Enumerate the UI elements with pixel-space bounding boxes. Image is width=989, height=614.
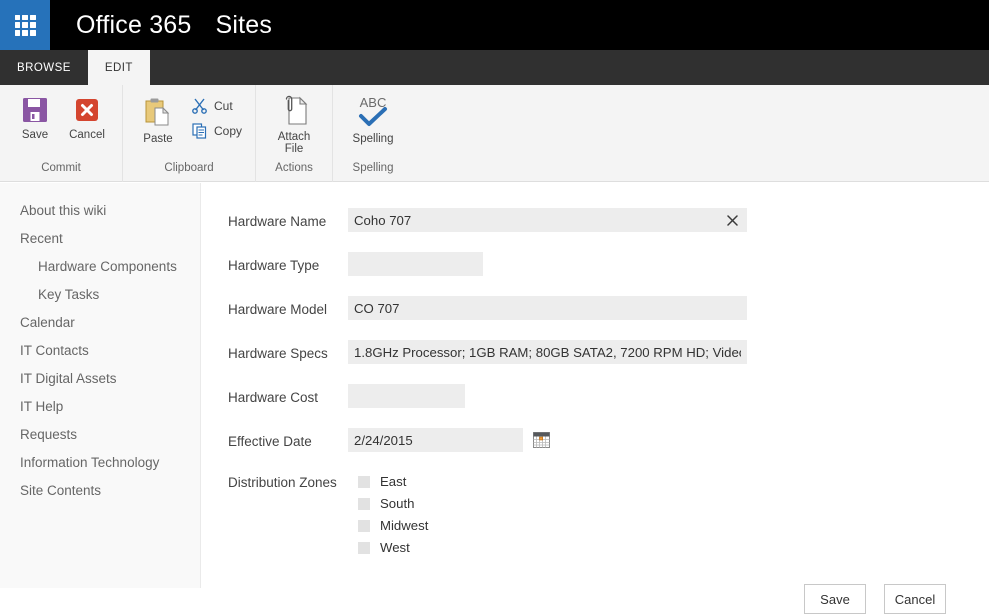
ribbon-group-spelling: ABC Spelling Spelling [333, 85, 413, 182]
ribbon-group-clipboard-label: Clipboard [164, 162, 214, 174]
checkbox-east[interactable] [358, 475, 370, 488]
label-hardware-specs: Hardware Specs [228, 346, 328, 361]
ribbon-group-commit: Save Cancel Commit [0, 85, 123, 182]
form-row-hardware-type: Hardware Type [228, 252, 989, 276]
app-launcher-button[interactable] [0, 0, 50, 50]
paperclip-document-icon [277, 95, 311, 127]
sidebar-item-hardware-components[interactable]: Hardware Components [0, 252, 200, 280]
ribbon-group-clipboard: Paste Cut Copy Clipboard [123, 85, 257, 182]
label-hardware-model: Hardware Model [228, 302, 328, 317]
scissors-cut-icon [191, 97, 208, 114]
checkbox-west[interactable] [358, 541, 370, 554]
tab-edit[interactable]: EDIT [87, 50, 150, 85]
label-hardware-name: Hardware Name [228, 214, 327, 229]
form-row-hardware-name: Hardware Name [228, 208, 989, 232]
sites-app-link[interactable]: Sites [216, 11, 273, 40]
sidebar-item-recent[interactable]: Recent [0, 224, 200, 252]
checkbox-row-west[interactable]: West [358, 540, 989, 555]
office-365-brand[interactable]: Office 365 [76, 11, 192, 40]
ribbon-cancel-label: Cancel [69, 129, 105, 141]
calendar-picker-icon[interactable] [533, 432, 550, 448]
form-action-buttons: Save Cancel [202, 584, 946, 614]
checkbox-row-midwest[interactable]: Midwest [358, 518, 989, 533]
ribbon-paste-button[interactable]: Paste [132, 89, 184, 145]
suite-bar: Office 365 Sites [0, 0, 989, 50]
ribbon: Save Cancel Commit Paste Cut Copy Clipbo… [0, 85, 989, 182]
checkbox-row-south[interactable]: South [358, 496, 989, 511]
ribbon-group-actions-label: Actions [275, 162, 313, 174]
hardware-name-input[interactable] [348, 208, 747, 232]
tab-browse[interactable]: BROWSE [0, 50, 88, 85]
ribbon-cancel-button[interactable]: Cancel [61, 89, 113, 141]
label-hardware-cost: Hardware Cost [228, 390, 319, 405]
ribbon-cut-label: Cut [214, 98, 233, 113]
left-navigation-sidebar: About this wiki Recent Hardware Componen… [0, 183, 201, 588]
edit-form-content: Hardware Name Hardware Type Hardware Mod… [202, 183, 989, 614]
ribbon-spelling-button[interactable]: ABC Spelling [342, 89, 404, 145]
ribbon-copy-button[interactable]: Copy [188, 118, 246, 143]
ribbon-copy-label: Copy [214, 123, 243, 138]
label-hardware-type: Hardware Type [228, 258, 320, 273]
checkbox-east-label: East [380, 474, 407, 489]
svg-text:ABC: ABC [360, 95, 387, 110]
checkbox-south[interactable] [358, 497, 370, 510]
sidebar-item-site-contents[interactable]: Site Contents [0, 476, 200, 504]
ribbon-attach-file-label-line1: Attach [277, 131, 311, 143]
hardware-specs-input[interactable] [348, 340, 747, 364]
red-x-cancel-icon [72, 95, 102, 125]
form-row-hardware-cost: Hardware Cost [228, 384, 989, 408]
clipboard-paste-icon [141, 95, 175, 129]
form-cancel-button[interactable]: Cancel [884, 584, 946, 614]
abc-checkmark-spelling-icon: ABC [351, 95, 395, 129]
checkbox-south-label: South [380, 496, 415, 511]
ribbon-attach-file-label-line2: File [284, 143, 304, 155]
ribbon-tab-strip: BROWSE EDIT [0, 50, 989, 85]
ribbon-save-button[interactable]: Save [9, 89, 61, 141]
checkbox-west-label: West [380, 540, 410, 555]
app-launcher-waffle-icon [14, 14, 36, 36]
ribbon-paste-label: Paste [143, 133, 173, 145]
sidebar-item-requests[interactable]: Requests [0, 420, 200, 448]
hardware-cost-input[interactable] [348, 384, 465, 408]
sidebar-item-calendar[interactable]: Calendar [0, 308, 200, 336]
form-row-distribution-zones: Distribution Zones East South Midwest We… [228, 474, 989, 562]
ribbon-attach-file-button[interactable]: Attach File [265, 89, 323, 155]
floppy-disk-save-icon [20, 95, 50, 125]
label-effective-date: Effective Date [228, 434, 312, 449]
ribbon-save-label: Save [21, 129, 49, 141]
ribbon-group-spelling-label: Spelling [352, 162, 394, 174]
label-distribution-zones: Distribution Zones [228, 475, 337, 490]
form-row-effective-date: Effective Date [228, 428, 989, 452]
ribbon-group-actions: Attach File Actions [256, 85, 334, 182]
clear-x-icon[interactable] [723, 211, 741, 229]
checkbox-midwest-label: Midwest [380, 518, 429, 533]
form-save-button[interactable]: Save [804, 584, 866, 614]
sidebar-item-it-contacts[interactable]: IT Contacts [0, 336, 200, 364]
ribbon-cut-button[interactable]: Cut [188, 93, 246, 118]
checkbox-row-east[interactable]: East [358, 474, 989, 489]
form-row-hardware-model: Hardware Model [228, 296, 989, 320]
sidebar-item-it-digital-assets[interactable]: IT Digital Assets [0, 364, 200, 392]
checkbox-midwest[interactable] [358, 519, 370, 532]
sidebar-item-it-help[interactable]: IT Help [0, 392, 200, 420]
ribbon-group-commit-label: Commit [41, 162, 81, 174]
sidebar-item-key-tasks[interactable]: Key Tasks [0, 280, 200, 308]
effective-date-input[interactable] [348, 428, 523, 452]
hardware-model-input[interactable] [348, 296, 747, 320]
form-row-hardware-specs: Hardware Specs [228, 340, 989, 364]
sidebar-item-information-technology[interactable]: Information Technology [0, 448, 200, 476]
copy-pages-icon [191, 122, 208, 139]
ribbon-spelling-label: Spelling [352, 133, 394, 145]
sidebar-item-about-this-wiki[interactable]: About this wiki [0, 196, 200, 224]
hardware-type-input[interactable] [348, 252, 483, 276]
